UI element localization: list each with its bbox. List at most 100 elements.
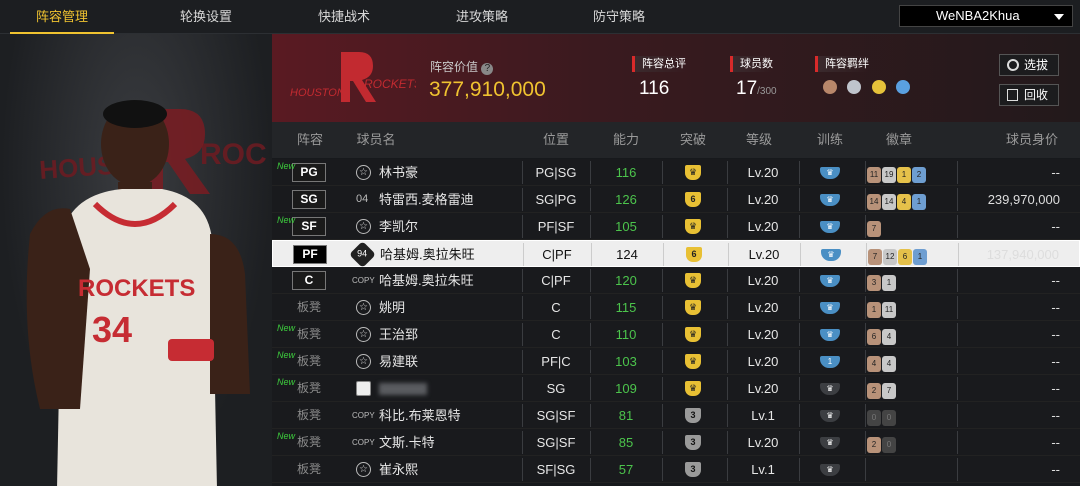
badge-group[interactable]: 27 bbox=[867, 380, 897, 399]
help-icon[interactable]: ? bbox=[481, 63, 494, 75]
new-tag: New bbox=[277, 323, 296, 333]
table-row[interactable]: C COPY 哈基姆.奥拉朱旺 C|PF 120 ♛ Lv.20 ♛ 3 1 -- bbox=[272, 267, 1080, 294]
player-value: -- bbox=[1051, 165, 1060, 180]
table-row[interactable]: 板凳 ☆ 崔永熙 SF|SG 57 3 Lv.1 ♛ -- bbox=[272, 456, 1080, 483]
svg-text:ROCKETS: ROCKETS bbox=[364, 77, 416, 91]
overall-value: 116 bbox=[639, 78, 670, 99]
badge-icon: 3 bbox=[867, 275, 881, 291]
badge-group[interactable]: 7 12 6 1 bbox=[868, 246, 928, 265]
player-name[interactable]: 崔永熙 bbox=[379, 456, 418, 483]
column-divider bbox=[957, 377, 958, 400]
table-row[interactable]: 板凳 New SG 109 ♛ Lv.20 ♛ 2 7 -- bbox=[272, 375, 1080, 402]
player-name[interactable]: 哈基姆.奥拉朱旺 bbox=[379, 267, 474, 294]
player-value: -- bbox=[1051, 273, 1060, 288]
badge-group[interactable]: 00 bbox=[867, 407, 897, 426]
table-row[interactable]: 板凳 New ☆ 易建联 PF|C 103 ♛ Lv.20 1 4 4 -- bbox=[272, 348, 1080, 375]
player-name[interactable]: 李凯尔 bbox=[379, 213, 418, 240]
training-icon[interactable]: 1 bbox=[820, 356, 840, 368]
recycle-button[interactable]: 回收 bbox=[999, 84, 1059, 106]
svg-text:HOUSTON: HOUSTON bbox=[290, 87, 345, 99]
top-nav: 阵容管理 轮换设置 快捷战术 进攻策略 防守策略 WeNBA2Khua bbox=[0, 0, 1080, 34]
column-divider bbox=[958, 243, 959, 266]
table-row[interactable]: PF 94 哈基姆.奥拉朱旺 C|PF 124 6 Lv.20 ♛ 7 12 6 1 137,940,0… bbox=[272, 240, 1080, 268]
breakthrough-icon: 3 bbox=[685, 408, 701, 423]
training-icon[interactable]: ♛ bbox=[820, 383, 840, 395]
player-level: Lv.20 bbox=[747, 273, 779, 288]
badge-group[interactable]: 64 bbox=[867, 326, 897, 345]
player-ability: 85 bbox=[618, 435, 634, 450]
table-row[interactable]: 板凳 New COPY 文斯.卡特 SG|SF 85 3 Lv.20 ♛ 2 0 -- bbox=[272, 429, 1080, 456]
badge-icon: 12 bbox=[883, 249, 897, 265]
training-icon[interactable]: ♛ bbox=[820, 329, 840, 341]
badge-icon: 0 bbox=[867, 410, 881, 426]
bench-label: 板凳 bbox=[296, 462, 321, 476]
badge-icon: 19 bbox=[882, 167, 896, 183]
table-row[interactable]: PG New ☆ 林书豪 PG|SG 116 ♛ Lv.20 ♛ 11 19 1 2 -- bbox=[272, 159, 1080, 186]
star-icon: ☆ bbox=[356, 219, 371, 234]
player-name[interactable]: 姚明 bbox=[379, 294, 405, 321]
column-divider bbox=[865, 458, 866, 481]
table-row[interactable]: 板凳 New ☆ 王治郅 C 110 ♛ Lv.20 ♛ 6 4 -- bbox=[272, 321, 1080, 348]
column-divider bbox=[799, 161, 800, 184]
player-name[interactable]: 王治郅 bbox=[379, 321, 418, 348]
column-divider bbox=[799, 431, 800, 454]
column-divider bbox=[662, 377, 663, 400]
training-icon[interactable]: ♛ bbox=[820, 221, 840, 233]
badge-group[interactable]: 20 bbox=[867, 434, 897, 453]
training-icon[interactable]: ♛ bbox=[820, 410, 840, 422]
chemistry-icons[interactable] bbox=[823, 80, 911, 99]
tab-rotation[interactable]: 轮换设置 bbox=[154, 0, 258, 34]
new-tag: New bbox=[277, 215, 296, 225]
badge-group[interactable]: 31 bbox=[867, 272, 897, 291]
table-row[interactable]: SF New ☆ 李凯尔 PF|SF 105 ♛ Lv.20 ♛ 7 -- bbox=[272, 213, 1080, 240]
player-level: Lv.20 bbox=[747, 165, 779, 180]
player-portrait-panel: HOUST ROC ROCKETS 34 bbox=[0, 34, 272, 486]
column-divider bbox=[865, 323, 866, 346]
tab-lineup[interactable]: 阵容管理 bbox=[10, 0, 114, 34]
player-value: -- bbox=[1051, 408, 1060, 423]
col-breakthrough: 突破 bbox=[679, 132, 706, 147]
column-divider bbox=[799, 350, 800, 373]
tab-tactics[interactable]: 快捷战术 bbox=[292, 0, 396, 34]
player-name[interactable]: 哈基姆.奥拉朱旺 bbox=[380, 241, 475, 268]
player-name[interactable]: 特雷西.麦格雷迪 bbox=[379, 186, 474, 213]
badge-icon: 6 bbox=[867, 329, 881, 345]
player-value: -- bbox=[1051, 354, 1060, 369]
table-row[interactable]: 板凳 ☆ 姚明 C 115 ♛ Lv.20 ♛ 1 11 -- bbox=[272, 294, 1080, 321]
document-icon bbox=[1007, 89, 1018, 101]
bench-label: 板凳 bbox=[296, 408, 321, 422]
training-icon[interactable]: ♛ bbox=[820, 167, 840, 179]
badge-group[interactable]: 1 11 bbox=[867, 299, 897, 318]
player-value: -- bbox=[1051, 381, 1060, 396]
badge-group[interactable]: 7 bbox=[867, 218, 882, 237]
training-icon[interactable]: ♛ bbox=[820, 275, 840, 287]
bench-label: 板凳 bbox=[296, 300, 321, 314]
training-icon[interactable]: ♛ bbox=[820, 464, 840, 476]
player-ability: 110 bbox=[615, 327, 637, 342]
table-row[interactable]: SG 04 特雷西.麦格雷迪 SG|PG 126 6 Lv.20 ♛ 14 14 4 1 239,970… bbox=[272, 186, 1080, 213]
player-name[interactable]: 易建联 bbox=[379, 348, 418, 375]
player-ability: 109 bbox=[615, 381, 637, 396]
player-name[interactable]: 科比.布莱恩特 bbox=[379, 402, 461, 429]
training-icon[interactable]: ♛ bbox=[820, 302, 840, 314]
chemistry-silver-icon bbox=[847, 80, 862, 94]
tab-offense[interactable]: 进攻策略 bbox=[430, 0, 534, 34]
select-button[interactable]: 选拔 bbox=[999, 54, 1059, 76]
tab-defense[interactable]: 防守策略 bbox=[567, 0, 671, 34]
training-icon[interactable]: ♛ bbox=[820, 437, 840, 449]
player-name[interactable]: 林书豪 bbox=[379, 159, 418, 186]
table-row[interactable]: 板凳 COPY 科比.布莱恩特 SG|SF 81 3 Lv.1 ♛ 0 0 -- bbox=[272, 402, 1080, 429]
badge-group[interactable]: 44 bbox=[867, 353, 897, 372]
training-icon[interactable]: ♛ bbox=[820, 194, 840, 206]
badge-group[interactable]: 11 19 1 2 bbox=[867, 164, 927, 183]
breakthrough-icon: ♛ bbox=[685, 354, 701, 369]
player-name[interactable]: 文斯.卡特 bbox=[379, 429, 435, 456]
badge-group[interactable]: 14 14 4 1 bbox=[867, 191, 927, 210]
star-icon: ☆ bbox=[356, 327, 371, 342]
column-divider bbox=[662, 215, 663, 238]
column-divider bbox=[865, 161, 866, 184]
player-ability: 115 bbox=[615, 300, 637, 315]
user-dropdown[interactable]: WeNBA2Khua bbox=[899, 5, 1073, 27]
training-icon[interactable]: ♛ bbox=[821, 249, 841, 261]
player-level: Lv.1 bbox=[751, 408, 775, 423]
